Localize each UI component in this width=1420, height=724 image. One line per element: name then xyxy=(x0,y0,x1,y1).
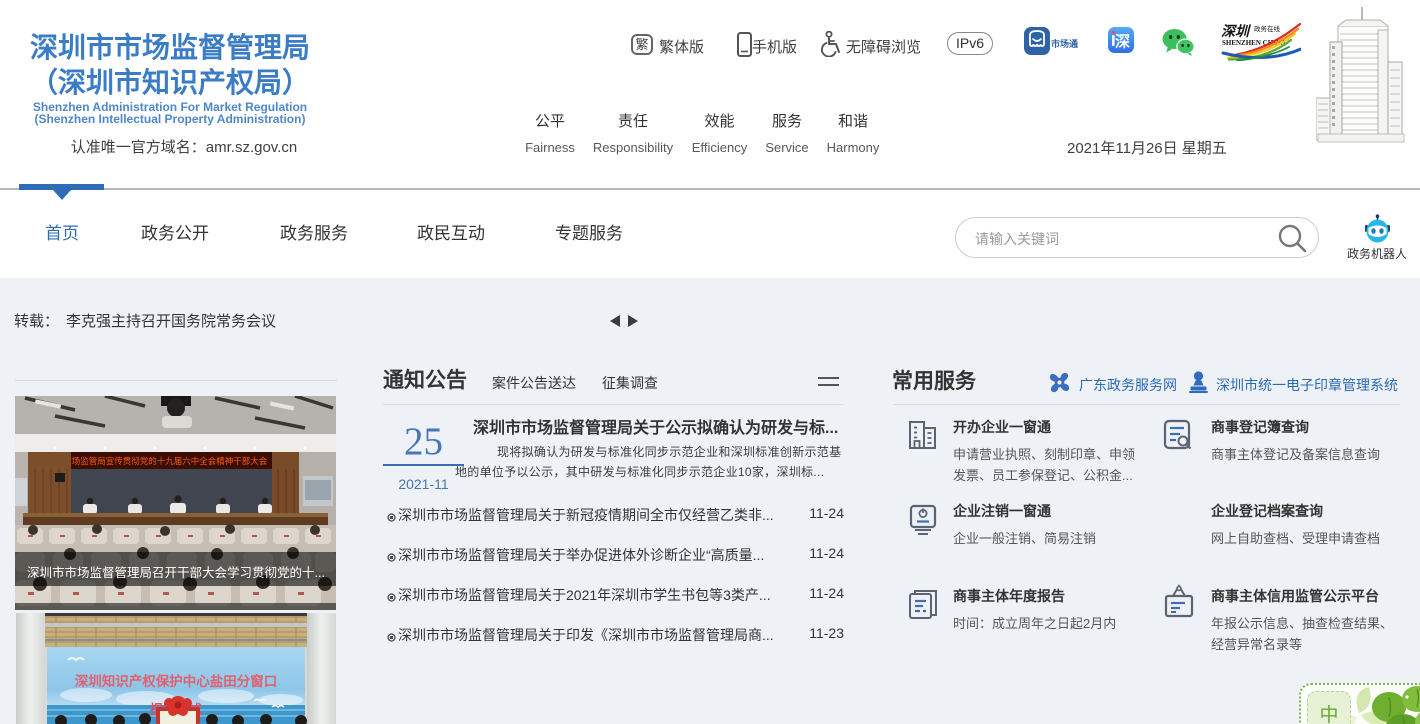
svg-text:深: 深 xyxy=(1115,33,1130,51)
svg-text:政务在线: 政务在线 xyxy=(1254,24,1281,33)
svg-text:市市场监管局宣传贯彻党的十九届六中全会精神干部大会: 市市场监管局宣传贯彻党的十九届六中全会精神干部大会 xyxy=(55,456,268,466)
svg-text:深圳: 深圳 xyxy=(1221,24,1252,40)
svg-text:深圳市市场监督管理局召开干部大会学习贯彻党的十...: 深圳市市场监督管理局召开干部大会学习贯彻党的十... xyxy=(27,565,325,580)
svg-text:深圳知识产权保护中心盐田分窗口: 深圳知识产权保护中心盐田分窗口 xyxy=(75,673,278,689)
